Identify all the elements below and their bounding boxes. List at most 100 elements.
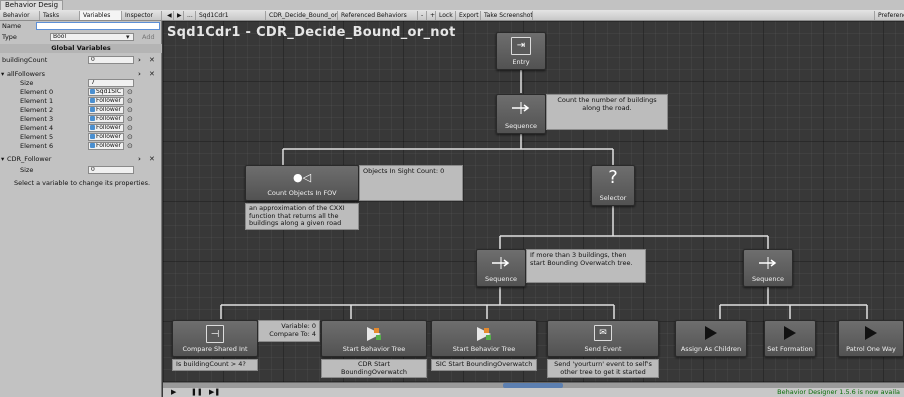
size-label: Size [20, 166, 34, 174]
object-field[interactable]: Follower [88, 133, 124, 141]
variable-name: CDR_Follower [7, 155, 52, 163]
arrow-right-icon [759, 257, 777, 269]
size-input[interactable]: 0 [88, 166, 134, 174]
tab-variables[interactable]: Variables [80, 11, 122, 20]
next-arrow-icon[interactable]: ▶ [174, 11, 184, 20]
gameobject-icon [90, 116, 95, 121]
start-tree-caption: CDR Start BoundingOverwatch [321, 359, 427, 378]
node-label: Count Objects In FOV [267, 189, 337, 197]
expand-arrow-icon[interactable]: › [138, 56, 141, 65]
object-picker-icon[interactable]: ⊙ [127, 88, 133, 97]
patrol-one-way-node[interactable]: Patrol One Way [838, 320, 904, 357]
variable-value-field[interactable]: 0 [88, 56, 134, 64]
selector-node[interactable]: ? Selector [591, 165, 635, 206]
object-picker-icon[interactable]: ⊙ [127, 133, 133, 142]
tree-selector[interactable]: Sqd1Cdr1 [196, 11, 266, 20]
pause-icon[interactable]: ❚❚ [191, 388, 203, 397]
browse-button[interactable]: ... [184, 11, 196, 20]
type-select[interactable]: Bool [50, 33, 134, 41]
type-row: Type Bool ▾ Add [0, 33, 162, 42]
play-icon[interactable]: ▶ [171, 388, 176, 397]
object-value: Follower [96, 97, 121, 104]
object-field[interactable]: Follower [88, 115, 124, 123]
assign-as-children-node[interactable]: Assign As Children [675, 320, 747, 357]
export-button[interactable]: Export [456, 11, 481, 20]
tab-inspector[interactable]: Inspector [122, 11, 162, 20]
play-icon [863, 324, 879, 342]
window-tab[interactable]: Behavior Desig [0, 0, 64, 10]
sequence-left-node[interactable]: Sequence [476, 249, 526, 287]
tab-tasks[interactable]: Tasks [40, 11, 80, 20]
link-selector-children [499, 206, 769, 249]
expand-arrow-icon[interactable]: › [138, 155, 141, 164]
add-button[interactable]: + [427, 11, 436, 20]
preferences-button[interactable]: Preferences [874, 11, 904, 20]
name-input[interactable] [36, 22, 160, 30]
start-behavior-tree-node[interactable]: Start Behavior Tree [431, 320, 537, 357]
object-field[interactable]: Follower [88, 142, 124, 150]
expand-arrow-icon[interactable]: › [138, 70, 141, 79]
object-field[interactable]: Follower [88, 124, 124, 132]
task-dropdown[interactable]: CDR_Decide_Bound_or_ [266, 11, 338, 20]
hint-text: Select a variable to change its properti… [13, 179, 151, 187]
object-picker-icon[interactable]: ⊙ [127, 97, 133, 106]
variable-row: buildingCount 0 › ✕ [0, 56, 162, 65]
start-behavior-tree-node[interactable]: Start Behavior Tree [321, 320, 427, 357]
global-variables-label: Global Variables [51, 44, 111, 52]
sequence-icon [490, 257, 512, 269]
object-picker-icon[interactable]: ⊙ [127, 115, 133, 124]
object-picker-icon[interactable]: ⊙ [127, 106, 133, 115]
global-variables-button[interactable]: Global Variables [0, 44, 162, 53]
prev-arrow-icon[interactable]: ◀ [164, 11, 174, 20]
referenced-behaviors-dropdown[interactable]: Referenced Behaviors [338, 11, 418, 20]
type-label: Type [2, 33, 17, 41]
delete-icon[interactable]: ✕ [149, 56, 155, 65]
node-label: Selector [599, 194, 627, 202]
object-field[interactable]: Follower [88, 97, 124, 105]
set-formation-node[interactable]: Set Formation [764, 320, 816, 357]
question-icon: ? [608, 167, 618, 188]
object-picker-icon[interactable]: ⊙ [127, 142, 133, 151]
element-label: Element 4 [20, 124, 54, 132]
element-label: Element 2 [20, 106, 54, 114]
variable-header-cdr-follower[interactable]: ▾ CDR_Follower › ✕ [0, 155, 162, 164]
sequence-comment: Count the number of buildings along the … [546, 94, 668, 130]
delete-icon[interactable]: ✕ [149, 70, 155, 79]
count-objects-value: Objects In Sight Count: 0 [359, 165, 463, 201]
link-left-sequence-children [220, 287, 615, 319]
sequence-icon [510, 102, 532, 114]
tab-behavior[interactable]: Behavior [0, 11, 40, 20]
compare-node[interactable]: ⊣ Compare Shared Int [172, 320, 258, 357]
size-input[interactable]: 7 [88, 79, 134, 87]
variables-panel: Name Type Bool ▾ Add Global Variables bu… [0, 21, 162, 397]
compare-icon: ⊣ [206, 325, 224, 343]
element-label: Element 5 [20, 133, 54, 141]
object-value: Follower [96, 115, 121, 122]
remove-button[interactable]: - [418, 11, 427, 20]
send-event-node[interactable]: ✉ Send Event [547, 320, 659, 357]
behavior-tree-graph[interactable]: Sqd1Cdr1 - CDR_Decide_Bound_or_not ⇥ Ent… [163, 21, 904, 382]
node-label: Entry [512, 58, 530, 66]
element-row: Element 1 Follower ⊙ [0, 97, 162, 106]
window-titlebar: Behavior Desig [0, 0, 904, 10]
object-field[interactable]: Sqd1SIC [88, 88, 124, 96]
gameobject-icon [90, 98, 95, 103]
sequence-node[interactable]: Sequence [496, 94, 546, 134]
element-row: Element 5 Follower ⊙ [0, 133, 162, 142]
variable-header-allfollowers[interactable]: ▾ allFollowers › ✕ [0, 70, 162, 79]
update-notice[interactable]: Behavior Designer 1.5.6 is now availa [777, 388, 900, 397]
object-field[interactable]: Follower [88, 106, 124, 114]
count-objects-node[interactable]: ●◁ Count Objects In FOV [245, 165, 359, 201]
count-objects-caption: an approximation of the CXXI function th… [245, 203, 359, 230]
size-label: Size [20, 79, 34, 87]
lock-button[interactable]: Lock [436, 11, 456, 20]
node-label: Compare Shared Int [182, 345, 248, 353]
take-screenshot-button[interactable]: Take Screenshot [481, 11, 533, 20]
sequence-right-node[interactable]: Sequence [743, 249, 793, 287]
entry-node[interactable]: ⇥ Entry [496, 32, 546, 70]
delete-icon[interactable]: ✕ [149, 155, 155, 164]
add-variable-button[interactable]: Add [142, 33, 155, 42]
element-row: Element 0 Sqd1SIC ⊙ [0, 88, 162, 97]
object-picker-icon[interactable]: ⊙ [127, 124, 133, 133]
step-icon[interactable]: ▶❚ [209, 388, 220, 397]
